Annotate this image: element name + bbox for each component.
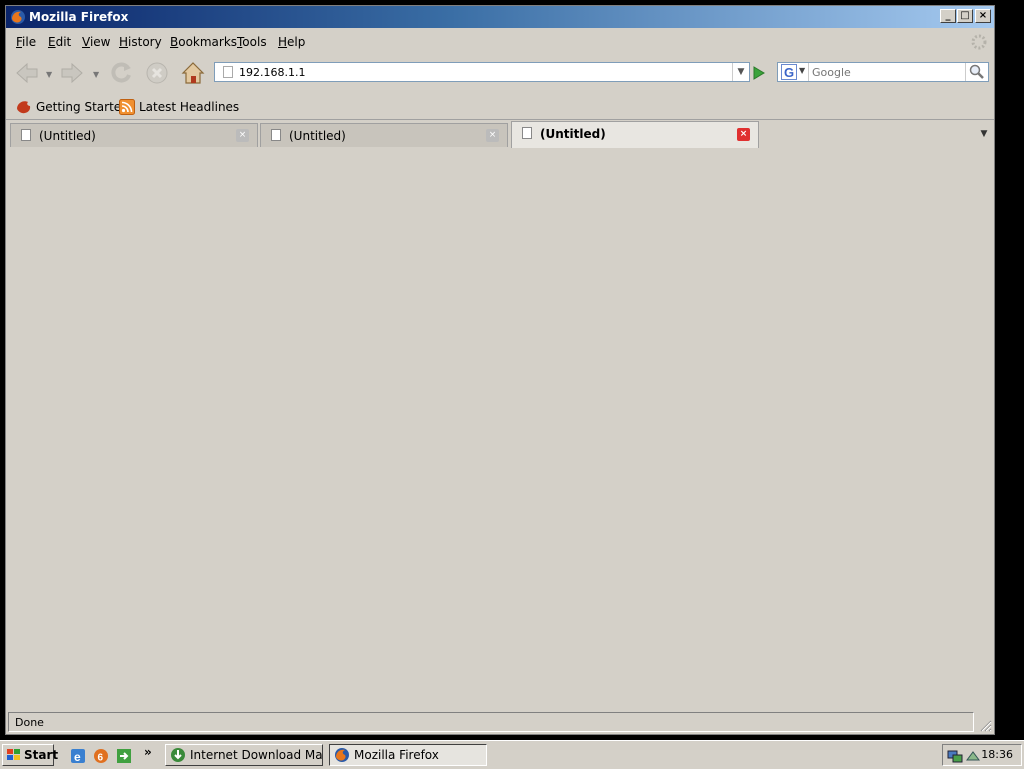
navigation-toolbar: ▼ ▼ ▼ G	[6, 56, 994, 90]
page-icon	[21, 129, 31, 141]
tab-label: (Untitled)	[39, 129, 96, 143]
menu-file[interactable]: File	[16, 35, 36, 49]
windows-logo-icon	[7, 749, 20, 760]
taskbar: Start e 6 » Internet Download Mana... Mo…	[0, 740, 1024, 769]
magnifier-icon	[969, 64, 984, 79]
task-internet-download-manager[interactable]: Internet Download Mana...	[165, 744, 323, 766]
url-input[interactable]	[239, 64, 719, 80]
menu-bookmarks[interactable]: Bookmarks	[170, 35, 237, 49]
firefox-bookmark-icon	[17, 101, 31, 114]
page-content-area[interactable]	[6, 148, 994, 708]
forward-arrow-icon[interactable]	[59, 60, 85, 86]
bookmark-latest-headlines[interactable]: Latest Headlines	[119, 98, 239, 116]
menu-bar: File Edit View History Bookmarks Tools H…	[6, 32, 994, 52]
media-player-icon[interactable]: 6	[93, 748, 109, 764]
menu-edit[interactable]: Edit	[48, 35, 71, 49]
url-bar[interactable]: ▼	[214, 62, 750, 82]
title-bar[interactable]: Mozilla Firefox _ □ ×	[6, 6, 994, 28]
close-tab-icon[interactable]: ×	[737, 128, 750, 141]
tab-2[interactable]: (Untitled) ×	[260, 123, 508, 147]
status-bar: Done	[8, 712, 974, 732]
svg-text:G: G	[784, 65, 794, 80]
menu-help[interactable]: Help	[278, 35, 305, 49]
throbber-icon	[971, 34, 987, 50]
close-window-button[interactable]: ×	[975, 9, 991, 23]
start-button[interactable]: Start	[2, 744, 58, 766]
tab-label: (Untitled)	[289, 129, 346, 143]
connection-icon[interactable]	[965, 748, 981, 764]
tab-strip: (Untitled) × (Untitled) × (Untitled) × ▼	[6, 119, 994, 149]
network-icon[interactable]	[947, 748, 963, 764]
search-input[interactable]	[812, 64, 962, 80]
back-arrow-icon[interactable]	[14, 60, 40, 86]
search-engine-selector[interactable]: G ▼	[778, 63, 809, 81]
firefox-window: Mozilla Firefox _ □ × File Edit View His…	[5, 5, 995, 735]
forward-history-dropdown[interactable]: ▼	[93, 70, 99, 79]
svg-text:6: 6	[98, 753, 104, 764]
bookmarks-toolbar: Getting Started Latest Headlines	[6, 96, 994, 118]
tab-list-dropdown[interactable]: ▼	[976, 123, 992, 145]
search-button[interactable]	[965, 63, 988, 81]
home-icon[interactable]	[180, 60, 206, 86]
tab-1[interactable]: (Untitled) ×	[10, 123, 258, 147]
stop-icon[interactable]	[144, 60, 170, 86]
minimize-button[interactable]: _	[940, 9, 956, 23]
task-mozilla-firefox[interactable]: Mozilla Firefox	[329, 744, 487, 766]
clock: 18:36	[981, 748, 1013, 761]
show-desktop-icon[interactable]	[116, 748, 132, 764]
search-bar[interactable]: G ▼	[777, 62, 989, 82]
reload-icon[interactable]	[108, 60, 134, 86]
status-text: Done	[15, 716, 44, 729]
firefox-icon	[11, 10, 25, 24]
download-manager-icon	[171, 748, 185, 762]
quicklaunch-overflow-icon[interactable]: »	[144, 745, 152, 759]
page-icon	[223, 66, 233, 78]
page-icon	[522, 127, 532, 139]
system-tray: 18:36	[942, 744, 1022, 766]
firefox-icon	[335, 748, 349, 762]
close-tab-icon[interactable]: ×	[236, 129, 249, 142]
menu-tools[interactable]: Tools	[237, 35, 267, 49]
rss-feed-icon	[119, 99, 135, 115]
back-history-dropdown[interactable]: ▼	[46, 70, 52, 79]
bookmark-getting-started[interactable]: Getting Started	[16, 98, 129, 116]
url-history-dropdown[interactable]: ▼	[732, 63, 749, 81]
window-title: Mozilla Firefox	[29, 10, 129, 24]
google-icon: G	[781, 64, 797, 80]
close-tab-icon[interactable]: ×	[486, 129, 499, 142]
tab-3-active[interactable]: (Untitled) ×	[511, 121, 759, 148]
menu-history[interactable]: History	[119, 35, 162, 49]
menu-view[interactable]: View	[82, 35, 110, 49]
svg-text:e: e	[74, 750, 81, 764]
tab-label: (Untitled)	[540, 127, 606, 141]
internet-explorer-icon[interactable]: e	[70, 748, 86, 764]
page-icon	[271, 129, 281, 141]
maximize-button[interactable]: □	[957, 9, 973, 23]
go-arrow-icon[interactable]	[748, 63, 768, 83]
resize-grip-icon[interactable]	[978, 718, 992, 732]
